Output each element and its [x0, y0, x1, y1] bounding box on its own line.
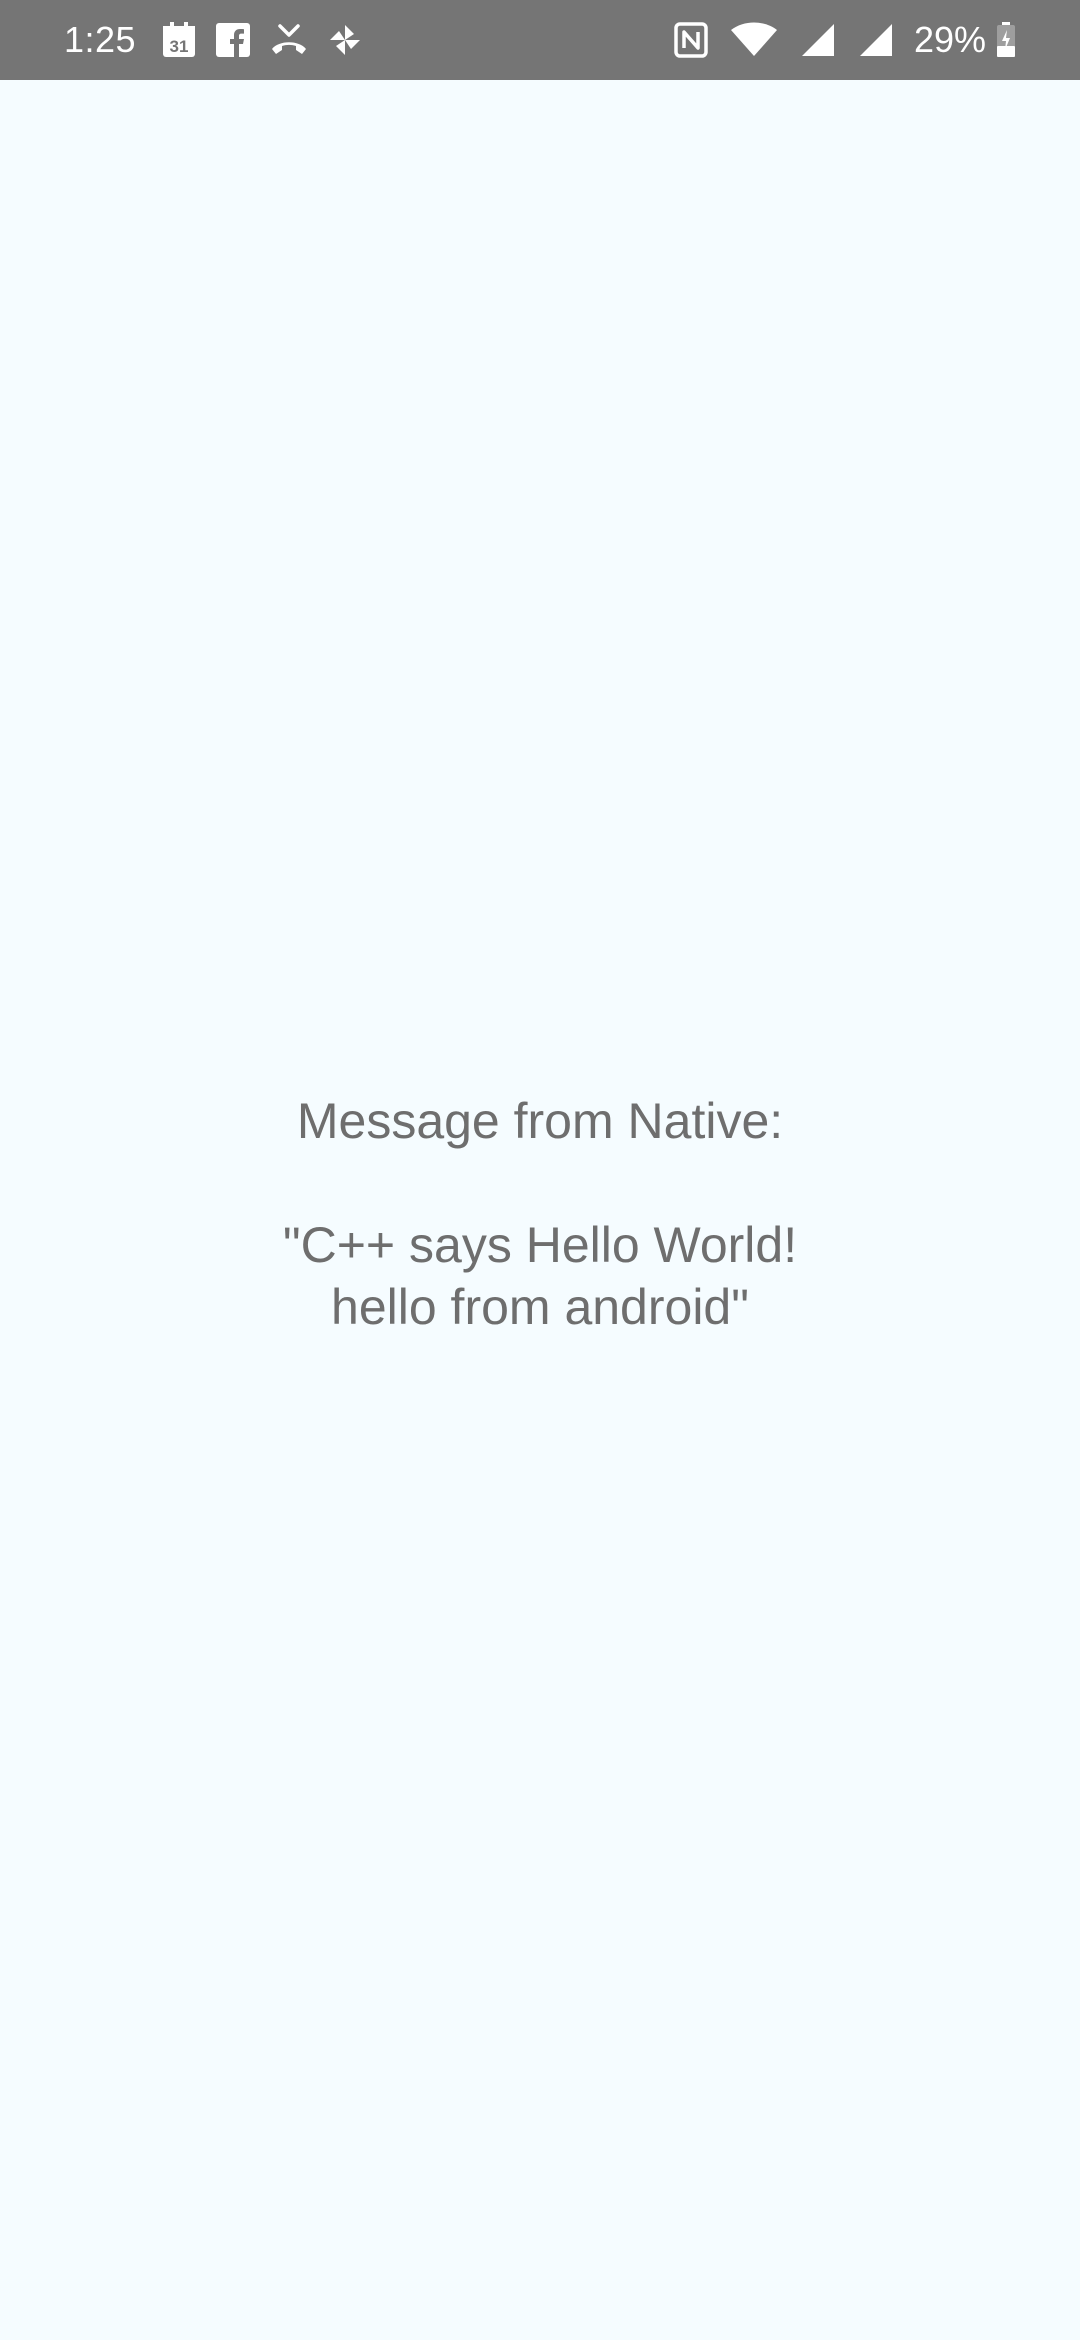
pinwheel-icon	[328, 20, 362, 60]
battery-percent: 29%	[913, 19, 986, 60]
calendar-day-label: 31	[170, 37, 189, 56]
battery-icon	[996, 20, 1016, 60]
message-title: Message from Native:	[296, 1093, 784, 1149]
cell-signal-icon	[800, 20, 836, 60]
calendar-icon: 31	[162, 20, 196, 60]
status-clock: 1:25	[64, 19, 137, 60]
nfc-icon	[674, 20, 708, 60]
status-bar-right: 29%	[652, 0, 1016, 80]
message-body: "C++ says Hello World! hello from androi…	[282, 1217, 798, 1335]
app-screen: 1:25 31 29% Message from Native: "C++ sa…	[0, 0, 1080, 2340]
status-bar: 1:25 31 29%	[0, 0, 1080, 80]
cell-signal-icon	[858, 20, 894, 60]
native-message: Message from Native: "C++ says Hello Wor…	[0, 1090, 1080, 1338]
app-content: Message from Native: "C++ says Hello Wor…	[0, 80, 1080, 2340]
missed-call-icon	[270, 20, 308, 60]
status-bar-left: 1:25 31	[64, 0, 382, 80]
facebook-icon	[216, 20, 251, 60]
wifi-icon	[730, 20, 778, 60]
